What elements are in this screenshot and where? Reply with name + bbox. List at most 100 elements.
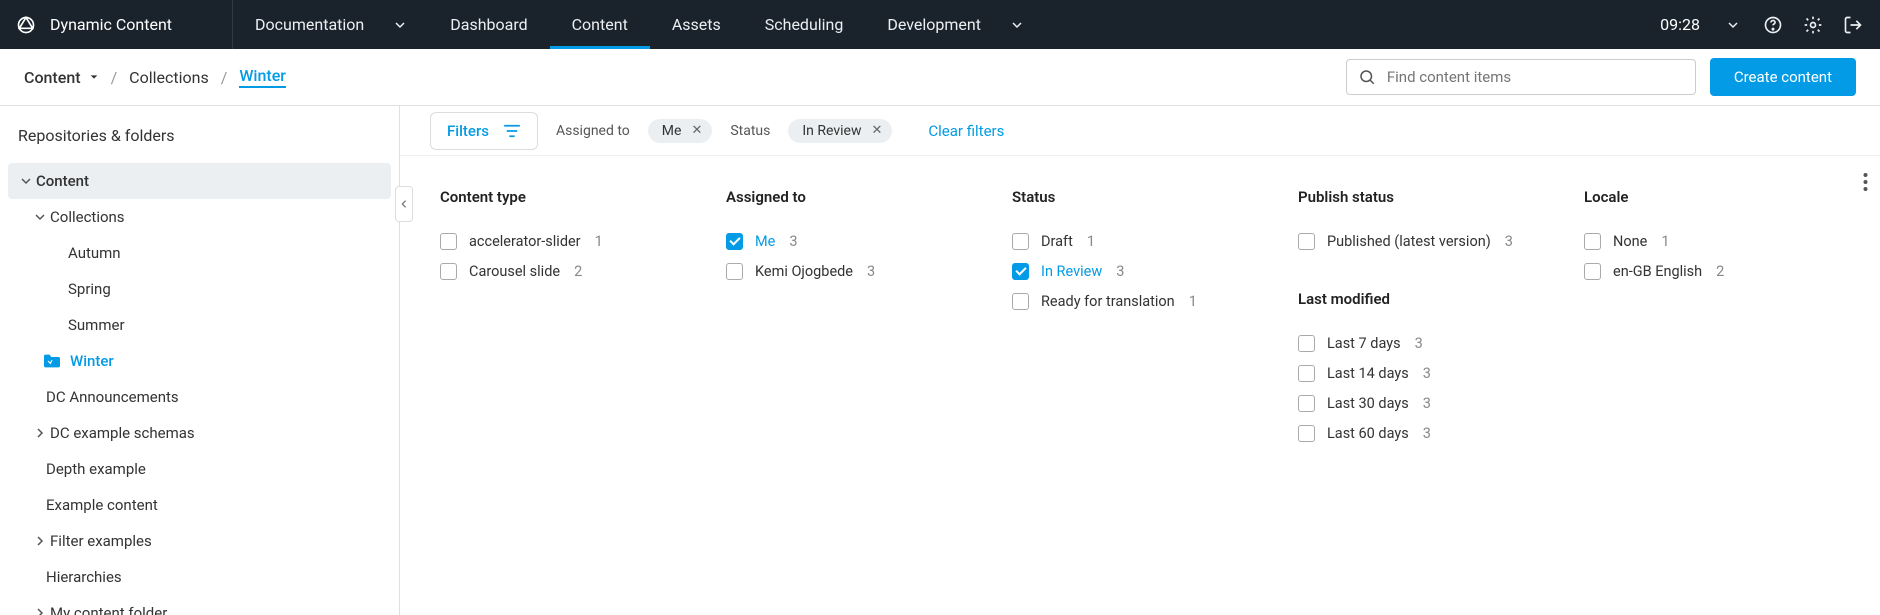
filter-row-count: 3: [867, 263, 875, 280]
filter-row[interactable]: Last 14 days 3: [1298, 358, 1554, 388]
filter-row[interactable]: accelerator-slider1: [440, 226, 696, 256]
tree-node-my-content-folder[interactable]: My content folder: [8, 595, 391, 615]
checkbox-icon: [1298, 425, 1315, 442]
close-icon[interactable]: ✕: [871, 123, 882, 138]
filter-row-count: 2: [1716, 263, 1724, 280]
tree-node-filter-examples[interactable]: Filter examples: [8, 523, 391, 559]
breadcrumb-root-dropdown[interactable]: Content: [24, 68, 99, 87]
filter-pill-status-inreview: In Review ✕: [788, 119, 892, 143]
tree-node-label: Autumn: [68, 244, 121, 262]
tree-node-autumn[interactable]: Autumn: [8, 235, 391, 271]
filter-row[interactable]: Me3: [726, 226, 982, 256]
tree-node-hierarchies[interactable]: Hierarchies: [8, 559, 391, 595]
checkbox-icon: [1012, 293, 1029, 310]
chevron-down-icon: [1011, 19, 1023, 31]
breadcrumb-root-label: Content: [24, 68, 81, 87]
filter-col-content-type: Content type accelerator-slider1 Carouse…: [440, 188, 696, 583]
search-field: [1346, 59, 1696, 95]
filter-row-label: Last 60 days: [1327, 425, 1409, 442]
tree-node-dc-example-schemas[interactable]: DC example schemas: [8, 415, 391, 451]
search-input[interactable]: [1346, 59, 1696, 95]
checkbox-icon: [1298, 233, 1315, 250]
nav-label: Documentation: [255, 15, 364, 34]
filter-row-label: en-GB English: [1613, 263, 1702, 280]
tree-node-label: Content: [36, 172, 89, 190]
filter-row[interactable]: In Review3: [1012, 256, 1268, 286]
filter-row[interactable]: Draft 1: [1012, 226, 1268, 256]
filter-panel: Content type accelerator-slider1 Carouse…: [400, 156, 1880, 615]
tree-node-label: Hierarchies: [46, 568, 122, 586]
filter-row[interactable]: Last 30 days3: [1298, 388, 1554, 418]
filter-row[interactable]: None1: [1584, 226, 1840, 256]
filter-row[interactable]: Last 7 days3: [1298, 328, 1554, 358]
tree-node-label: Depth example: [46, 460, 146, 478]
tree-node-dc-announcements[interactable]: DC Announcements: [8, 379, 391, 415]
filter-row[interactable]: Kemi Ojogbede3: [726, 256, 982, 286]
chevron-right-icon: [30, 535, 50, 547]
tree-node-label: DC Announcements: [46, 388, 179, 406]
nav-documentation[interactable]: Documentation: [233, 0, 428, 49]
checkbox-icon: [440, 263, 457, 280]
filter-row[interactable]: Ready for translation1: [1012, 286, 1268, 316]
sidebar-title: Repositories & folders: [0, 106, 399, 163]
filter-pill-value: Me: [662, 123, 682, 139]
breadcrumb-separator: /: [221, 68, 228, 87]
nav-assets[interactable]: Assets: [650, 0, 743, 49]
tree-node-depth-example[interactable]: Depth example: [8, 451, 391, 487]
help-icon[interactable]: [1762, 14, 1784, 36]
nav-content[interactable]: Content: [550, 0, 650, 49]
content-pane: Filters Assigned to Me ✕ Status In Revie…: [400, 106, 1880, 615]
tree-node-collections[interactable]: Collections: [8, 199, 391, 235]
filter-col-title: Locale: [1584, 188, 1840, 206]
filter-row-label: In Review: [1041, 263, 1102, 280]
tree-node-label: Filter examples: [50, 532, 152, 550]
breadcrumb-current[interactable]: Winter: [239, 66, 286, 88]
filter-row-count: 2: [574, 263, 582, 280]
tree-node-example-content[interactable]: Example content: [8, 487, 391, 523]
filter-row[interactable]: Last 60 days3: [1298, 418, 1554, 448]
nav-development[interactable]: Development: [865, 0, 1045, 49]
filter-row-count: 1: [1087, 233, 1095, 250]
filter-col-assigned-to: Assigned to Me3 Kemi Ojogbede3: [726, 188, 982, 583]
filter-row[interactable]: en-GB English 2: [1584, 256, 1840, 286]
filter-row-label: Last 7 days: [1327, 335, 1401, 352]
tree-node-label: Example content: [46, 496, 158, 514]
chevron-down-icon[interactable]: [1722, 14, 1744, 36]
tree-node-label: Spring: [68, 280, 111, 298]
more-options-button[interactable]: [1857, 166, 1874, 198]
logout-icon[interactable]: [1842, 14, 1864, 36]
filters-label: Filters: [447, 122, 489, 140]
chevron-down-icon: [394, 19, 406, 31]
checkbox-icon: [1584, 263, 1601, 280]
gear-icon[interactable]: [1802, 14, 1824, 36]
filter-row-label: Last 30 days: [1327, 395, 1409, 412]
filter-col-publish-lastmod: Publish status Published (latest version…: [1298, 188, 1554, 583]
filter-row-count: 3: [1505, 233, 1513, 250]
tree-node-winter[interactable]: Winter: [8, 343, 391, 379]
filter-pill-value: In Review: [802, 123, 861, 139]
nav-dashboard[interactable]: Dashboard: [428, 0, 549, 49]
tree-node-spring[interactable]: Spring: [8, 271, 391, 307]
filter-row[interactable]: Published (latest version)3: [1298, 226, 1554, 256]
create-content-button[interactable]: Create content: [1710, 58, 1856, 96]
chevron-down-icon: [30, 211, 50, 223]
tree-node-summer[interactable]: Summer: [8, 307, 391, 343]
filter-row-label: Draft: [1041, 233, 1073, 250]
tree-node-content[interactable]: Content: [8, 163, 391, 199]
filter-row-count: 3: [1423, 365, 1431, 382]
clear-filters-link[interactable]: Clear filters: [928, 122, 1004, 140]
close-icon[interactable]: ✕: [691, 123, 702, 138]
top-app-bar: Dynamic Content Documentation Dashboard …: [0, 0, 1880, 49]
checkbox-checked-icon: [1012, 263, 1029, 280]
filter-row[interactable]: Carousel slide2: [440, 256, 696, 286]
sidebar: Repositories & folders Content Collectio…: [0, 106, 400, 615]
nav-scheduling[interactable]: Scheduling: [743, 0, 866, 49]
chevron-right-icon: [30, 607, 50, 615]
breadcrumb-collections[interactable]: Collections: [129, 68, 209, 87]
nav-label: Assets: [672, 15, 721, 34]
breadcrumb: Content / Collections / Winter: [24, 66, 286, 88]
brand-title: Dynamic Content: [50, 15, 172, 34]
breadcrumb-separator: /: [111, 68, 118, 87]
filter-row-label: Last 14 days: [1327, 365, 1409, 382]
filters-toggle-button[interactable]: Filters: [430, 112, 538, 150]
